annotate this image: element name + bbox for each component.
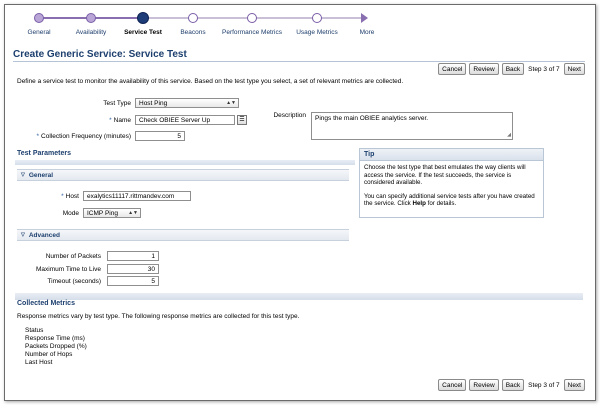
review-button[interactable]: Review xyxy=(469,379,499,391)
tip-paragraph-1: Choose the test type that best emulates … xyxy=(364,164,526,186)
mode-value: ICMP Ping xyxy=(87,209,118,217)
train-label-availability[interactable]: Availability xyxy=(76,29,107,36)
train-label-more[interactable]: More xyxy=(360,29,375,36)
metric-item: Number of Hops xyxy=(25,351,73,358)
next-button[interactable]: Next xyxy=(563,379,585,391)
test-type-select[interactable]: Host Ping ▲▼ xyxy=(135,98,239,108)
mode-select[interactable]: ICMP Ping ▲▼ xyxy=(83,208,141,218)
general-section-header[interactable]: ▽ General xyxy=(17,169,349,181)
ttl-input[interactable]: 30 xyxy=(107,264,159,274)
review-button[interactable]: Review xyxy=(469,63,499,75)
wizard-train: General Availability Service Test Beacon… xyxy=(5,5,595,45)
tip-title: Tip xyxy=(360,149,543,161)
required-marker: * xyxy=(36,133,40,140)
frequency-input[interactable]: 5 xyxy=(135,131,185,141)
page-title: Create Generic Service: Service Test xyxy=(13,49,187,60)
metric-item: Packets Dropped (%) xyxy=(25,343,87,350)
timeout-input[interactable]: 5 xyxy=(107,276,159,286)
train-stop-usage-metrics[interactable] xyxy=(312,13,322,23)
expanded-icon: ▽ xyxy=(21,172,25,178)
test-parameters-header: Test Parameters xyxy=(17,150,71,157)
test-parameters-rule xyxy=(15,160,355,165)
lookup-icon[interactable]: ☰ xyxy=(237,115,247,125)
test-type-label: Test Type xyxy=(103,100,131,107)
required-marker: * xyxy=(61,193,64,200)
tip-box: Tip Choose the test type that best emula… xyxy=(359,148,544,218)
required-marker: * xyxy=(109,117,112,124)
collected-metrics-rule xyxy=(15,293,583,300)
description-value: Pings the main OBIEE analytics server. xyxy=(315,115,429,122)
tip-body: Choose the test type that best emulates … xyxy=(360,161,543,217)
resize-handle-icon[interactable]: ◢ xyxy=(507,132,511,138)
dropdown-icon: ▲▼ xyxy=(128,210,138,216)
train-stop-general[interactable] xyxy=(34,13,44,23)
name-input[interactable]: Check OBIEE Server Up xyxy=(135,115,235,125)
name-label-text: Name xyxy=(113,117,131,124)
frequency-label-text: Collection Frequency (minutes) xyxy=(41,133,131,140)
train-label-service-test: Service Test xyxy=(124,29,162,36)
name-label: * Name xyxy=(65,117,131,124)
metric-item: Last Host xyxy=(25,359,53,366)
collected-metrics-header: Collected Metrics xyxy=(17,300,75,307)
description-label: Description xyxy=(273,112,306,119)
advanced-section-title: Advanced xyxy=(28,231,60,239)
train-label-performance-metrics[interactable]: Performance Metrics xyxy=(222,29,282,36)
cancel-button[interactable]: Cancel xyxy=(438,379,467,391)
top-button-bar: Cancel Review Back Step 3 of 7 Next xyxy=(438,63,585,75)
host-label-text: Host xyxy=(65,193,79,200)
bottom-button-bar: Cancel Review Back Step 3 of 7 Next xyxy=(438,379,585,391)
host-label: * Host xyxy=(35,193,79,200)
step-indicator: Step 3 of 7 xyxy=(528,65,560,73)
back-button[interactable]: Back xyxy=(501,63,525,75)
test-type-value: Host Ping xyxy=(139,99,168,107)
mode-label: Mode xyxy=(62,210,79,217)
metric-item: Response Time (ms) xyxy=(25,335,85,342)
tip-text: for details. xyxy=(425,200,457,207)
frequency-label: * Collection Frequency (minutes) xyxy=(15,133,131,140)
train-stop-beacons[interactable] xyxy=(188,13,198,23)
help-link[interactable]: Help xyxy=(412,200,425,207)
ttl-label: Maximum Time to Live xyxy=(35,266,101,273)
description-textarea[interactable]: Pings the main OBIEE analytics server. ◢ xyxy=(311,112,513,140)
train-label-beacons[interactable]: Beacons xyxy=(180,29,205,36)
back-button[interactable]: Back xyxy=(501,379,525,391)
next-button[interactable]: Next xyxy=(563,63,585,75)
advanced-section-header[interactable]: ▽ Advanced xyxy=(17,229,349,241)
timeout-label: Timeout (seconds) xyxy=(47,278,101,285)
host-input[interactable]: exalytics11117.rittmandev.com xyxy=(83,191,191,201)
collected-metrics-description: Response metrics vary by test type. The … xyxy=(17,313,300,320)
train-label-general[interactable]: General xyxy=(27,29,50,36)
general-section-title: General xyxy=(28,171,54,179)
dropdown-icon: ▲▼ xyxy=(226,100,236,106)
train-label-usage-metrics[interactable]: Usage Metrics xyxy=(296,29,338,36)
train-stop-availability[interactable] xyxy=(86,13,96,23)
cancel-button[interactable]: Cancel xyxy=(438,63,467,75)
metric-item: Status xyxy=(25,327,44,334)
train-stop-service-test xyxy=(137,12,149,24)
packets-label: Number of Packets xyxy=(45,253,101,260)
step-indicator: Step 3 of 7 xyxy=(528,381,560,389)
expanded-icon: ▽ xyxy=(21,232,25,238)
intro-text: Define a service test to monitor the ava… xyxy=(17,78,404,85)
title-divider xyxy=(13,61,585,62)
packets-input[interactable]: 1 xyxy=(107,251,159,261)
tip-paragraph-2: You can specify additional service tests… xyxy=(364,193,539,208)
wizard-window: General Availability Service Test Beacon… xyxy=(4,4,596,401)
train-stop-performance-metrics[interactable] xyxy=(247,13,257,23)
